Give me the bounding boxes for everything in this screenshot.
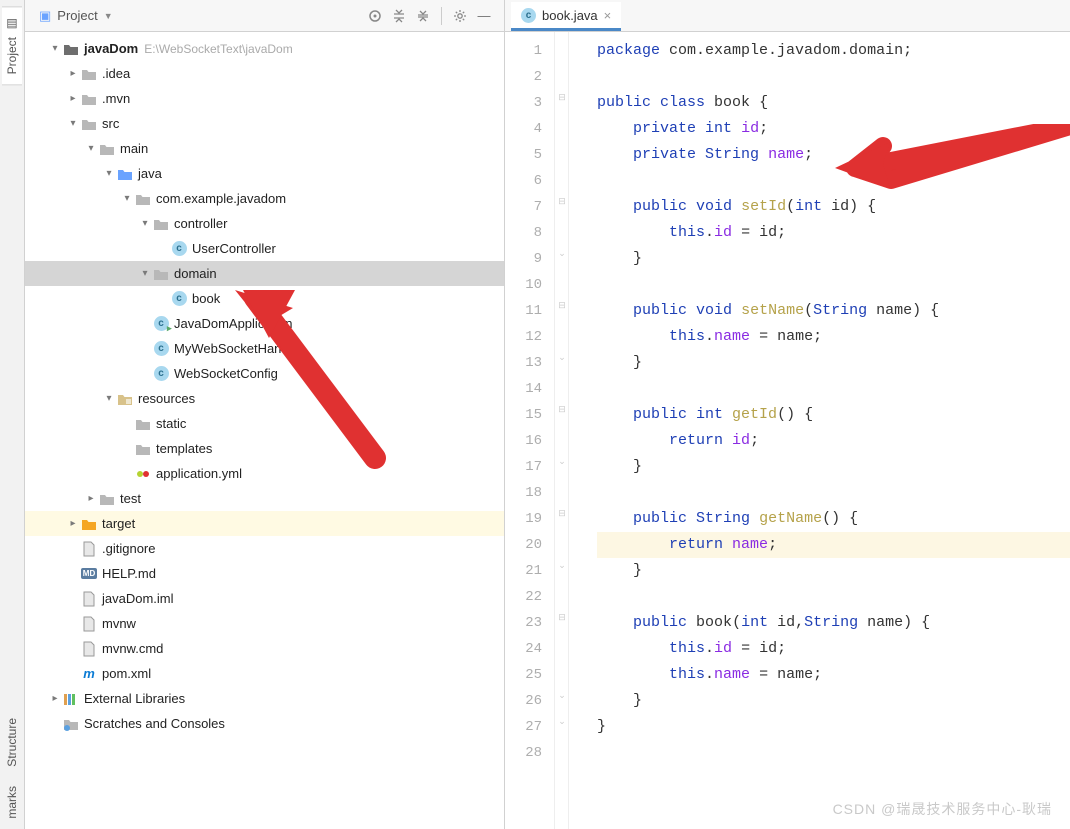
line-number-gutter: 1234567891011121314151617181920212223242… [505,32,555,829]
editor-area: c book.java × 12345678910111213141516171… [505,0,1070,829]
close-icon[interactable]: × [604,8,612,23]
class-icon: c [153,366,169,382]
folder-grey-icon [99,491,115,507]
tree-item-JavaDomApplication[interactable]: c▸JavaDomApplication [25,311,504,336]
hide-panel-icon[interactable]: — [475,7,493,25]
tab-label: book.java [542,8,598,23]
folder-orange-icon [81,516,97,532]
collapse-all-icon[interactable] [414,7,432,25]
file-icon [81,541,97,557]
gear-icon[interactable] [451,7,469,25]
yml-icon [135,466,151,482]
tree-item-main[interactable]: ▾main [25,136,504,161]
scratch-icon [63,716,79,732]
tree-item-application-yml[interactable]: application.yml [25,461,504,486]
rail-bookmarks-tab[interactable]: marks [2,776,22,829]
rail-project-tab[interactable]: Project ▤ [2,6,22,85]
folder-grey-icon [81,91,97,107]
maven-icon: m [81,666,97,682]
project-window-icon: ▣ [39,8,51,24]
tree-item-UserController[interactable]: cUserController [25,236,504,261]
editor-body[interactable]: 1234567891011121314151617181920212223242… [505,32,1070,829]
tree-item-com-example-javadom[interactable]: ▾com.example.javadom [25,186,504,211]
tree-item-static[interactable]: static [25,411,504,436]
folder-blue-icon [117,166,133,182]
tree-item-domain[interactable]: ▾domain [25,261,504,286]
class-icon: c [171,291,187,307]
file-icon [81,591,97,607]
tree-item--idea[interactable]: ▸.idea [25,61,504,86]
class-run-icon: c▸ [153,316,169,332]
editor-tab-book[interactable]: c book.java × [511,2,621,31]
folder-root-icon [63,41,79,57]
expand-all-icon[interactable] [390,7,408,25]
folder-grey-icon [99,141,115,157]
chevron-down-icon: ▼ [104,11,113,21]
tree-item-book[interactable]: cbook [25,286,504,311]
class-icon: c [171,241,187,257]
tree-item--gitignore[interactable]: .gitignore [25,536,504,561]
tree-item-External-Libraries[interactable]: ▸External Libraries [25,686,504,711]
file-icon [81,616,97,632]
tree-item-MyWebSocketHandler[interactable]: cMyWebSocketHandler [25,336,504,361]
tree-item-pom-xml[interactable]: mpom.xml [25,661,504,686]
watermark: CSDN @瑞晟技术服务中心-耿瑞 [833,799,1052,819]
left-tool-rail: Project ▤ Structure marks [0,0,25,829]
class-icon: c [521,8,536,23]
tree-item-mvnw-cmd[interactable]: mvnw.cmd [25,636,504,661]
project-panel: ▣ Project ▼ — ▾javaDomE:\WebSocketText\j… [25,0,505,829]
folder-grey-icon [135,191,151,207]
code-area[interactable]: package com.example.javadom.domain;publi… [569,32,1070,829]
tree-item-HELP-md[interactable]: MDHELP.md [25,561,504,586]
class-icon: c [153,341,169,357]
tree-item-resources[interactable]: ▾resources [25,386,504,411]
project-window-icon: ▤ [5,17,19,31]
folder-grey-icon [153,216,169,232]
tree-item-WebSocketConfig[interactable]: cWebSocketConfig [25,361,504,386]
project-toolbar: ▣ Project ▼ — [25,0,504,32]
tree-item-javaDom-iml[interactable]: javaDom.iml [25,586,504,611]
lib-icon [63,691,79,707]
project-view-selector[interactable]: ▣ Project ▼ [33,6,119,26]
tree-item-Scratches-and-Consoles[interactable]: Scratches and Consoles [25,711,504,736]
file-icon [81,641,97,657]
tree-item-javaDom[interactable]: ▾javaDomE:\WebSocketText\javaDom [25,36,504,61]
tree-item-target[interactable]: ▸target [25,511,504,536]
rail-structure-tab[interactable]: Structure [2,708,22,777]
md-icon: MD [81,566,97,582]
tree-item-java[interactable]: ▾java [25,161,504,186]
folder-res-icon [117,391,133,407]
tree-item-templates[interactable]: templates [25,436,504,461]
tree-item-test[interactable]: ▸test [25,486,504,511]
tree-item--mvn[interactable]: ▸.mvn [25,86,504,111]
tree-item-controller[interactable]: ▾controller [25,211,504,236]
project-tree[interactable]: ▾javaDomE:\WebSocketText\javaDom▸.idea▸.… [25,32,504,829]
fold-gutter[interactable]: ⊟⊟⌄⊟⌄⊟⌄⊟⌄⊟⌄⌄ [555,32,569,829]
folder-grey-icon [135,441,151,457]
editor-tab-bar: c book.java × [505,0,1070,32]
folder-grey-icon [135,416,151,432]
tree-item-mvnw[interactable]: mvnw [25,611,504,636]
tree-item-src[interactable]: ▾src [25,111,504,136]
folder-grey-icon [81,66,97,82]
folder-grey-icon [81,116,97,132]
folder-grey-icon [153,266,169,282]
select-open-file-icon[interactable] [366,7,384,25]
